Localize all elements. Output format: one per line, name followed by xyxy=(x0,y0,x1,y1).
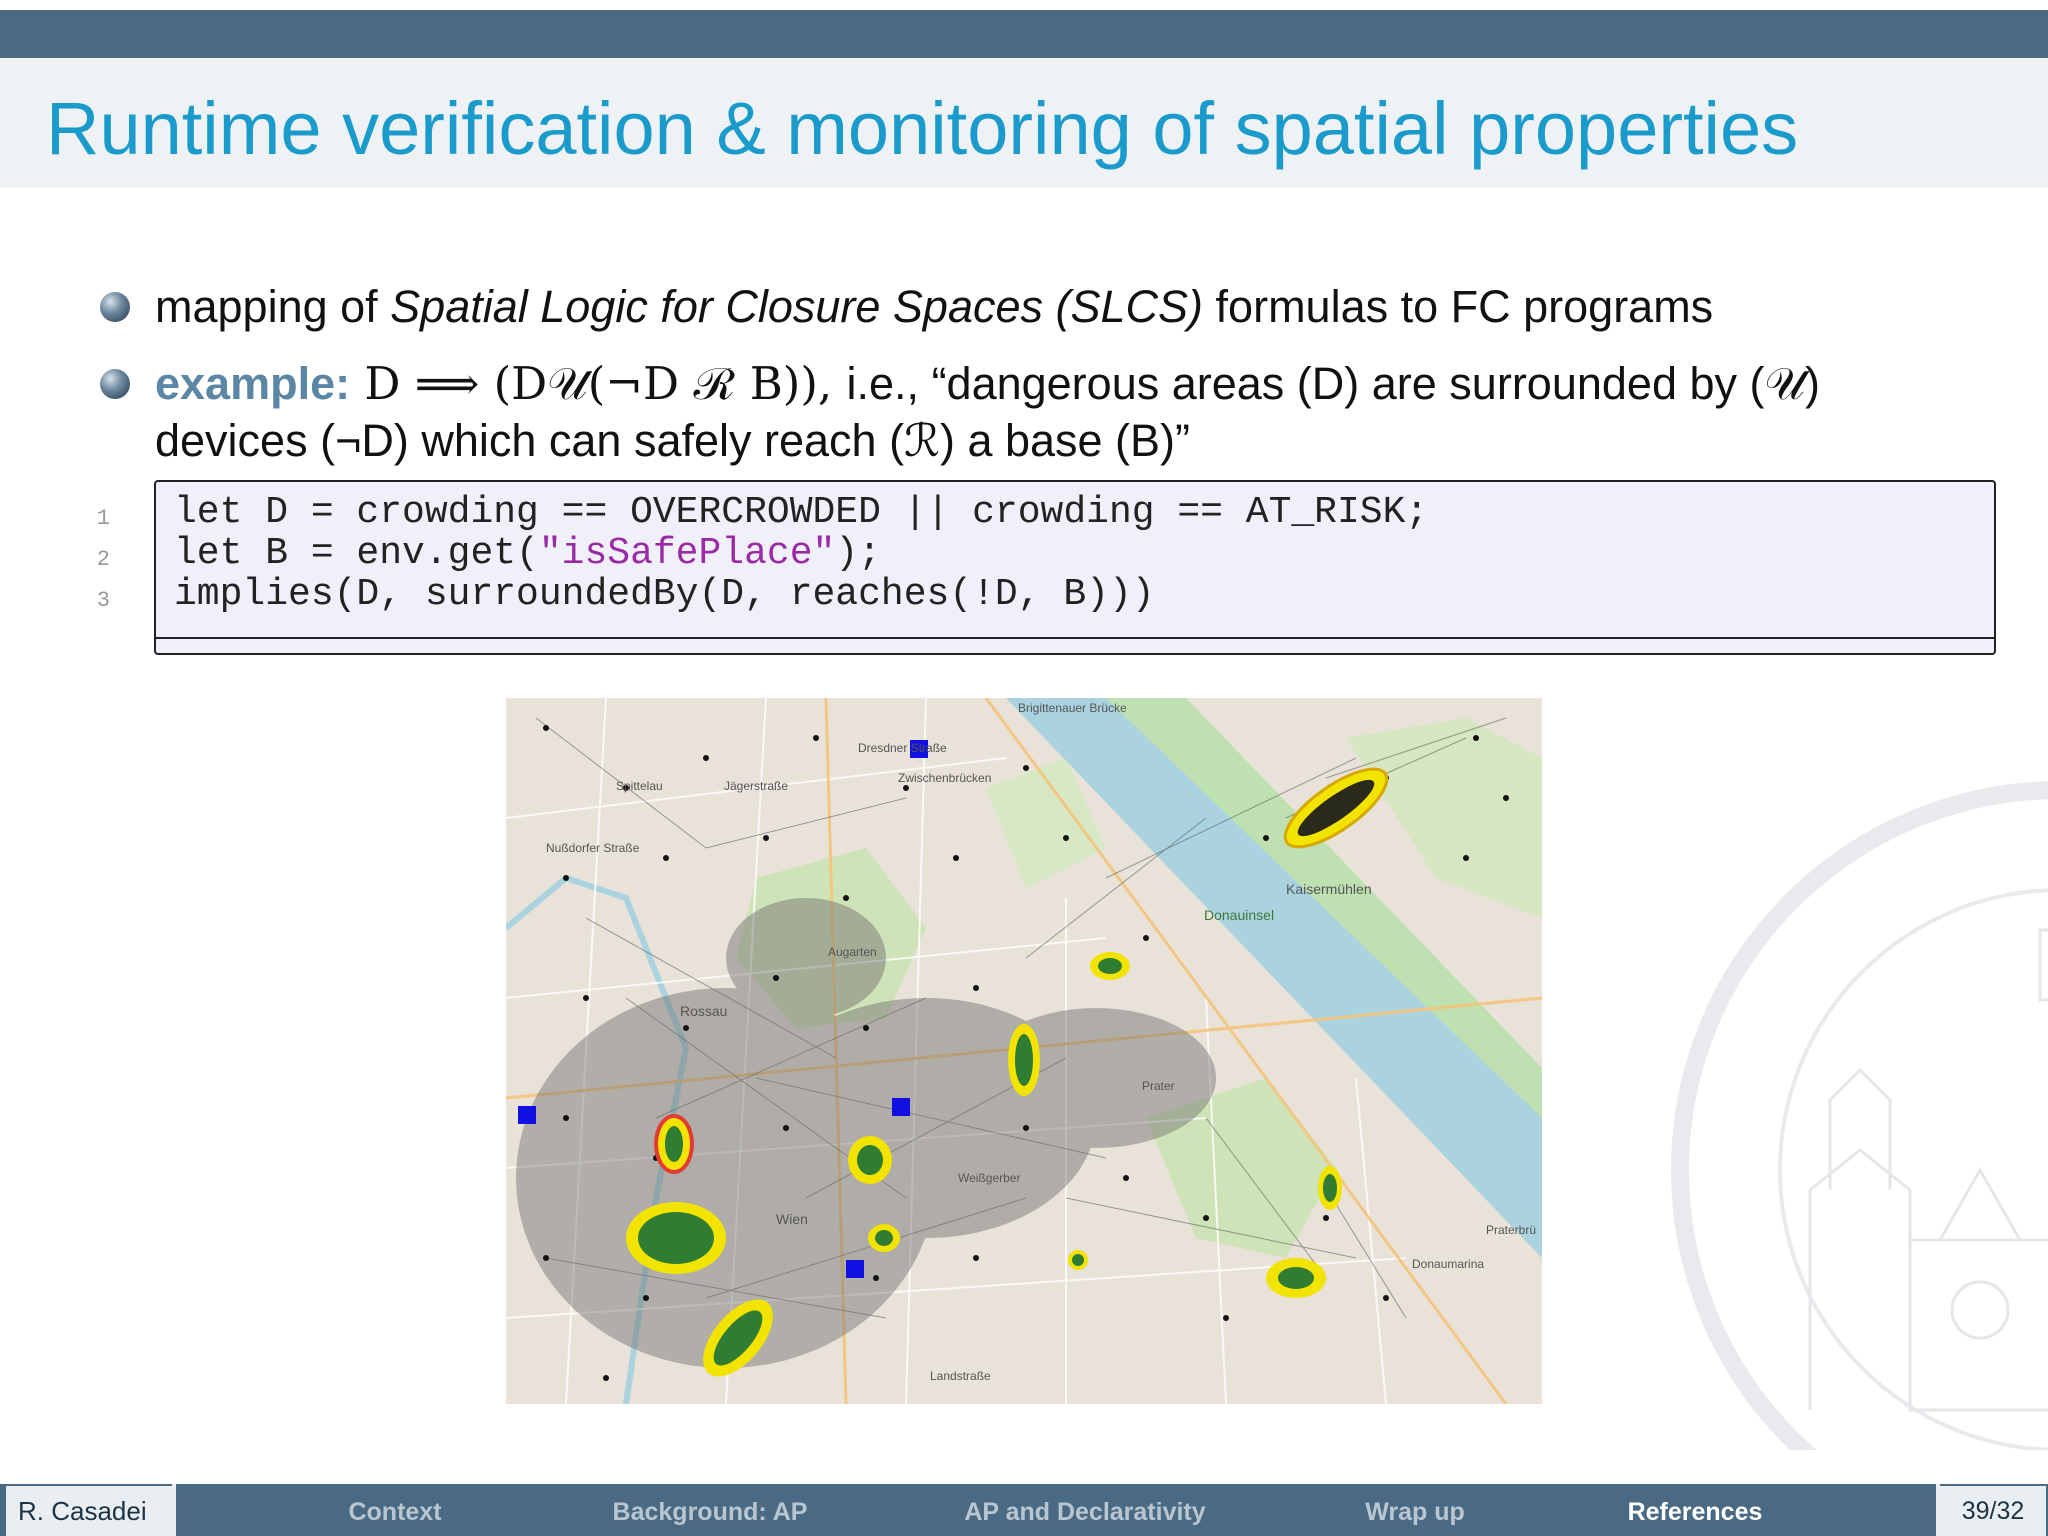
bullet-text-continued: devices (¬D) which can safely reach (ℛ) … xyxy=(155,415,1191,466)
line-number: 1 xyxy=(96,506,110,531)
code-line: 3 implies(D, surroundedBy(D, reaches(!D,… xyxy=(97,574,1155,615)
crowded-area xyxy=(1008,1024,1040,1096)
code-text: let D = crowding == OVERCROWDED || crowd… xyxy=(174,491,1429,534)
code-part: ); xyxy=(835,532,881,575)
map-label: Weißgerber xyxy=(958,1171,1020,1185)
crowded-area xyxy=(1090,952,1130,980)
code-text: let B = env.get("isSafePlace"); xyxy=(174,533,881,574)
map-label: Kaisermühlen xyxy=(1286,881,1372,897)
line-number: 3 xyxy=(96,588,110,613)
nav-context[interactable]: Context xyxy=(290,1484,500,1536)
map-label: Jägerstraße xyxy=(724,779,788,793)
line-number: 2 xyxy=(96,547,110,572)
safe-place-marker xyxy=(892,1098,910,1116)
map-label: Dresdner Straße xyxy=(858,741,947,755)
crowded-area xyxy=(868,1224,900,1252)
bullet-text: i.e., “dangerous areas (D) are surrounde… xyxy=(846,358,1820,409)
code-line: 2 let B = env.get("isSafePlace"); xyxy=(97,533,881,574)
crowded-area xyxy=(1266,1258,1326,1298)
footer-bar: R. Casadei Context Background: AP AP and… xyxy=(0,1484,2048,1536)
bullet-text: mapping of xyxy=(155,281,391,332)
map-label: Augarten xyxy=(828,945,877,959)
map-label: Praterbrü xyxy=(1486,1223,1536,1237)
crowded-area xyxy=(626,1202,726,1274)
simulation-map: Brigittenauer Brücke Zwischenbrücken Dre… xyxy=(506,698,1542,1404)
crowded-area xyxy=(848,1136,892,1184)
example-label: example: xyxy=(155,358,351,409)
map-label: Rossau xyxy=(680,1003,727,1019)
bullet-list: mapping of Spatial Logic for Closure Spa… xyxy=(100,278,2000,489)
code-part: let B = env.get( xyxy=(174,532,539,575)
footer-separator xyxy=(172,1484,176,1536)
map-label: Spittelau xyxy=(616,779,663,793)
code-line: 1 let D = crowding == OVERCROWDED || cro… xyxy=(97,492,1428,533)
map-svg: Brigittenauer Brücke Zwischenbrücken Dre… xyxy=(506,698,1542,1404)
map-label: Nußdorfer Straße xyxy=(546,841,640,855)
safe-place-marker xyxy=(518,1106,536,1124)
page-number: 39/32 xyxy=(1940,1486,2046,1536)
nav-wrap-up[interactable]: Wrap up xyxy=(1310,1484,1520,1536)
code-lines: 1 let D = crowding == OVERCROWDED || cro… xyxy=(97,492,1428,615)
map-label: Zwischenbrücken xyxy=(898,771,991,785)
bullet-emphasis: Spatial Logic for Closure Spaces (SLCS) xyxy=(390,281,1204,332)
crowded-area xyxy=(1068,1250,1088,1270)
bullet-text: formulas to FC programs xyxy=(1203,281,1714,332)
slide-title: Runtime verification & monitoring of spa… xyxy=(46,87,1799,170)
bullet-item: mapping of Spatial Logic for Closure Spa… xyxy=(100,278,2000,335)
bullet-item: example: D ⟹ (D𝒰(¬D ℛ B)), i.e., “danger… xyxy=(100,355,2000,469)
map-label: Brigittenauer Brücke xyxy=(1018,701,1127,715)
footer-author: R. Casadei xyxy=(6,1486,172,1536)
map-label: Wien xyxy=(776,1211,808,1227)
nav-references[interactable]: References xyxy=(1590,1484,1800,1536)
map-label: Donauinsel xyxy=(1204,907,1274,923)
map-label: Donaumarina xyxy=(1412,1257,1484,1271)
university-seal-watermark xyxy=(1671,781,2048,1450)
crowded-area xyxy=(1318,1166,1342,1210)
crowded-area xyxy=(654,1114,694,1174)
code-string: "isSafePlace" xyxy=(538,532,836,575)
map-label: Prater xyxy=(1142,1079,1175,1093)
map-label: Landstraße xyxy=(930,1369,991,1383)
code-text: implies(D, surroundedBy(D, reaches(!D, B… xyxy=(174,573,1155,616)
nav-ap-declarativity[interactable]: AP and Declarativity xyxy=(930,1484,1240,1536)
top-bar xyxy=(0,10,2048,58)
bullet-icon xyxy=(100,292,130,322)
bullet-icon xyxy=(100,369,130,399)
nav-background-ap[interactable]: Background: AP xyxy=(575,1484,845,1536)
safe-place-marker xyxy=(846,1260,864,1278)
formula: D ⟹ (D𝒰(¬D ℛ B)), xyxy=(350,357,847,410)
